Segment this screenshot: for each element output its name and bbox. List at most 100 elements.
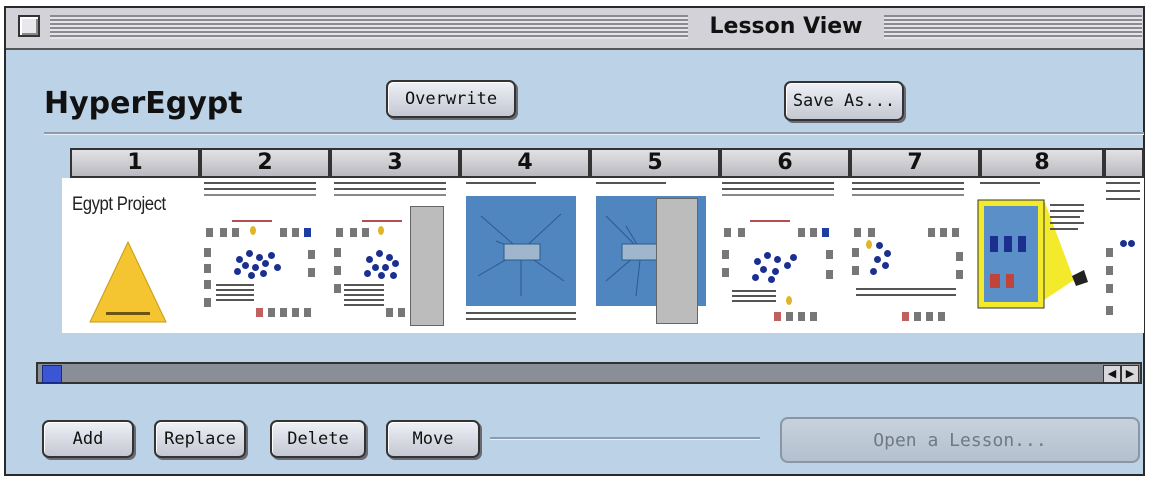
desk-marker (852, 266, 859, 275)
desk-marker (810, 312, 817, 321)
desk-marker (956, 252, 963, 261)
student-dot (874, 256, 881, 263)
desk-marker (914, 312, 921, 321)
student-dot (372, 264, 379, 271)
desk-marker (362, 228, 369, 237)
desk-marker (926, 312, 933, 321)
slide-thumbnail-8[interactable] (974, 178, 1097, 330)
student-dot (876, 242, 883, 249)
desk-marker (902, 312, 909, 321)
delete-button[interactable]: Delete (270, 420, 366, 458)
slide-thumbnail-2[interactable] (198, 178, 321, 330)
slide-thumbnail-6[interactable] (716, 178, 839, 330)
student-dot (768, 276, 775, 283)
desk-marker (1106, 248, 1113, 257)
desk-marker (826, 250, 833, 259)
desk-marker (304, 228, 311, 237)
pyramid-image (89, 240, 167, 323)
desk-marker (868, 228, 875, 237)
slide-4-caption (466, 182, 536, 184)
slide-3-caption (334, 182, 446, 184)
slide-number-5[interactable]: 5 (590, 148, 720, 178)
student-dot (382, 264, 389, 271)
slide-number-9[interactable] (1104, 148, 1144, 178)
scroll-left-arrow-icon[interactable]: ◀ (1103, 365, 1121, 383)
slide-6-caption (722, 182, 834, 184)
desk-marker (280, 308, 287, 317)
scroll-thumb[interactable] (42, 365, 62, 383)
slide-6-board (750, 220, 790, 222)
student-dot (248, 272, 255, 279)
slide-4-notes (466, 312, 576, 314)
desk-marker (350, 228, 357, 237)
horizontal-scrollbar[interactable]: ◀ ▶ (36, 362, 1142, 384)
desk-marker (308, 268, 315, 277)
student-dot (366, 256, 373, 263)
slide-thumbnail-3[interactable] (328, 178, 451, 330)
student-dot (1128, 240, 1135, 247)
open-lesson-button[interactable]: Open a Lesson... (780, 417, 1140, 463)
desk-marker (722, 250, 729, 259)
save-as-button[interactable]: Save As... (784, 81, 904, 121)
concept-map-image (466, 196, 576, 306)
desk-marker (204, 264, 211, 273)
desk-marker (280, 228, 287, 237)
slide-number-8[interactable]: 8 (980, 148, 1104, 178)
desk-marker (336, 228, 343, 237)
student-dot (390, 272, 397, 279)
slide-thumbnail-4[interactable] (460, 178, 583, 330)
slide-number-4[interactable]: 4 (460, 148, 590, 178)
desk-marker (292, 228, 299, 237)
slide-thumbnail-5[interactable] (590, 178, 713, 330)
student-dot (884, 250, 891, 257)
title-bar-stripes (50, 15, 1142, 39)
desk-marker (232, 228, 239, 237)
scroll-right-arrow-icon[interactable]: ▶ (1121, 365, 1139, 383)
teacher-marker (786, 296, 792, 305)
student-dot (242, 262, 249, 269)
desk-marker (204, 298, 211, 307)
slide-thumbnail-1[interactable]: Egypt Project (66, 178, 189, 330)
slide-number-2[interactable]: 2 (200, 148, 330, 178)
move-button[interactable]: Move (386, 420, 480, 458)
desk-marker (386, 308, 393, 317)
student-dot (376, 250, 383, 257)
close-box[interactable] (18, 15, 40, 37)
slide-1-title: Egypt Project (72, 194, 166, 215)
student-dot (790, 254, 797, 261)
desk-marker (822, 228, 829, 237)
add-button[interactable]: Add (42, 420, 134, 458)
student-dot (784, 262, 791, 269)
title-bar[interactable]: Lesson View (6, 8, 1143, 50)
slide-thumbnail-9[interactable] (1104, 178, 1144, 330)
student-dot (774, 256, 781, 263)
desk-marker (1106, 306, 1113, 315)
desk-marker (798, 228, 805, 237)
slide-number-6[interactable]: 6 (720, 148, 850, 178)
desk-marker (204, 248, 211, 257)
slide-9-caption (1106, 182, 1140, 184)
replace-button[interactable]: Replace (154, 420, 246, 458)
desk-marker (1106, 284, 1113, 293)
slide-number-7[interactable]: 7 (850, 148, 980, 178)
slide-2-notes (216, 284, 254, 286)
student-dot (262, 260, 269, 267)
overwrite-button[interactable]: Overwrite (386, 80, 516, 118)
slide-3-board (362, 220, 402, 222)
slide-number-1[interactable]: 1 (70, 148, 200, 178)
student-dot (256, 254, 263, 261)
projector-image (977, 199, 1088, 309)
desk-marker (206, 228, 213, 237)
student-dot (236, 256, 243, 263)
desk-marker (204, 280, 211, 289)
slide-thumbnail-7[interactable] (846, 178, 969, 330)
desk-marker (334, 266, 341, 275)
slide-2-board (232, 220, 272, 222)
slide-7-caption (852, 182, 964, 184)
desk-marker (810, 228, 817, 237)
slide-number-3[interactable]: 3 (330, 148, 460, 178)
desk-marker (786, 312, 793, 321)
desk-marker (774, 312, 781, 321)
slide-strip[interactable]: Egypt Project (62, 178, 1144, 333)
window-title: Lesson View (688, 10, 884, 44)
